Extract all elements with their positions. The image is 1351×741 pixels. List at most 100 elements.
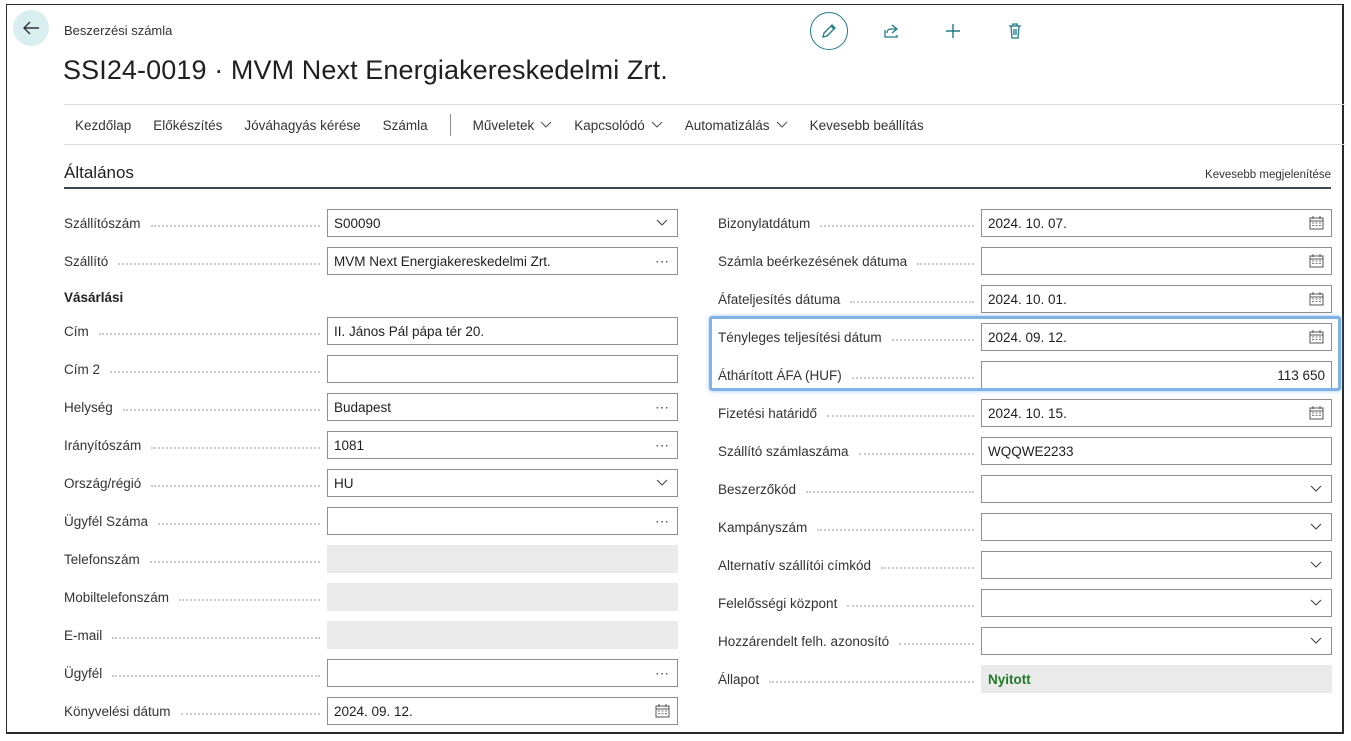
field-row: Mobiltelefonszám: [64, 583, 678, 611]
arrow-left-icon: [23, 21, 39, 35]
calendar-icon[interactable]: [1307, 328, 1325, 346]
email-field: [327, 621, 678, 649]
ellipsis-icon[interactable]: ⋯: [653, 252, 671, 270]
trash-icon: [1009, 23, 1021, 39]
field-label: Ügyfél: [64, 666, 320, 681]
action-request-approval[interactable]: Jóváhagyás kérése: [233, 118, 371, 133]
customer-number-field[interactable]: ⋯: [327, 507, 678, 535]
address-2-field[interactable]: [327, 355, 678, 383]
action-fewer-options[interactable]: Kevesebb beállítás: [799, 118, 935, 133]
mobile-phone-field: [327, 583, 678, 611]
field-label: Kampányszám: [718, 520, 974, 535]
vat-date-field[interactable]: 2024. 10. 01.: [981, 285, 1332, 313]
calendar-icon[interactable]: [1307, 252, 1325, 270]
chevron-down-icon[interactable]: [1307, 480, 1325, 498]
field-label: Cím: [64, 324, 320, 339]
city-field[interactable]: Budapest ⋯: [327, 393, 678, 421]
chevron-down-icon[interactable]: [653, 214, 671, 232]
field-label: Alternatív szállítói címkód: [718, 558, 974, 573]
invoice-received-date-field[interactable]: [981, 247, 1332, 275]
field-row: Tényleges teljesítési dátum 2024. 09. 12…: [718, 323, 1332, 351]
status-badge: Nyitott: [988, 671, 1031, 687]
field-row: Helység Budapest ⋯: [64, 393, 678, 421]
vendor-invoice-no-field[interactable]: WQQWE2233: [981, 437, 1332, 465]
share-icon: [884, 24, 899, 38]
new-button[interactable]: [934, 12, 972, 50]
posting-date-field[interactable]: 2024. 09. 12.: [327, 697, 678, 725]
ellipsis-icon[interactable]: ⋯: [653, 398, 671, 416]
chevron-down-icon: [540, 121, 552, 128]
field-row: Cím II. János Pál pápa tér 20.: [64, 317, 678, 345]
field-row: Könyvelési dátum 2024. 09. 12.: [64, 697, 678, 725]
field-label: Szállítószám: [64, 216, 320, 231]
calendar-icon[interactable]: [1307, 290, 1325, 308]
edit-button[interactable]: [810, 12, 848, 50]
share-button[interactable]: [872, 12, 910, 50]
document-date-field[interactable]: 2024. 10. 07.: [981, 209, 1332, 237]
purchaser-code-field[interactable]: [981, 475, 1332, 503]
chevron-down-icon[interactable]: [1307, 556, 1325, 574]
chevron-down-icon: [776, 121, 787, 128]
field-row: Áfateljesítés dátuma 2024. 10. 01.: [718, 285, 1332, 313]
action-invoice[interactable]: Számla: [372, 118, 439, 133]
chevron-down-icon[interactable]: [653, 474, 671, 492]
field-label: Áfateljesítés dátuma: [718, 292, 974, 307]
field-label: Cím 2: [64, 362, 320, 377]
field-label: Könyvelési dátum: [64, 704, 320, 719]
field-label: Szállító számlaszáma: [718, 444, 974, 459]
action-related-menu[interactable]: Kapcsolódó: [563, 118, 674, 133]
field-row: Hozzárendelt felh. azonosító: [718, 627, 1332, 655]
action-prepare[interactable]: Előkészítés: [142, 118, 233, 133]
field-row: Számla beérkezésének dátuma: [718, 247, 1332, 275]
calendar-icon[interactable]: [1307, 404, 1325, 422]
chevron-down-icon: [651, 121, 663, 128]
field-value: Budapest: [334, 399, 392, 415]
ellipsis-icon[interactable]: ⋯: [653, 512, 671, 530]
chevron-down-icon[interactable]: [1307, 518, 1325, 536]
vendor-no-field[interactable]: S00090: [327, 209, 678, 237]
order-address-code-field[interactable]: [981, 551, 1332, 579]
field-value: WQQWE2233: [988, 443, 1074, 459]
passed-on-vat-field[interactable]: 113 650: [981, 361, 1332, 389]
field-row: Fizetési határidő 2024. 10. 15.: [718, 399, 1332, 427]
calendar-icon[interactable]: [1307, 214, 1325, 232]
actual-performance-date-field[interactable]: 2024. 09. 12.: [981, 323, 1332, 351]
field-row: Szállítószám S00090: [64, 209, 678, 237]
field-label: E-mail: [64, 628, 320, 643]
vendor-field[interactable]: MVM Next Energiakereskedelmi Zrt. ⋯: [327, 247, 678, 275]
field-row: Ország/régió HU: [64, 469, 678, 497]
field-label: Telefonszám: [64, 552, 320, 567]
action-home[interactable]: Kezdőlap: [64, 118, 142, 133]
chevron-down-icon[interactable]: [1307, 632, 1325, 650]
field-value: 2024. 09. 12.: [988, 329, 1067, 345]
assigned-user-id-field[interactable]: [981, 627, 1332, 655]
plus-icon: [946, 24, 960, 38]
field-value: 113 650: [1277, 367, 1325, 383]
country-region-field[interactable]: HU: [327, 469, 678, 497]
due-date-field[interactable]: 2024. 10. 15.: [981, 399, 1332, 427]
action-actions-menu[interactable]: Műveletek: [462, 118, 564, 133]
field-label: Számla beérkezésének dátuma: [718, 254, 974, 269]
action-automate-menu[interactable]: Automatizálás: [674, 118, 799, 133]
campaign-no-field[interactable]: [981, 513, 1332, 541]
post-code-field[interactable]: 1081 ⋯: [327, 431, 678, 459]
responsibility-center-field[interactable]: [981, 589, 1332, 617]
show-less-link[interactable]: Kevesebb megjelenítése: [1205, 169, 1331, 181]
calendar-icon[interactable]: [653, 702, 671, 720]
field-row: Bizonylatdátum 2024. 10. 07.: [718, 209, 1332, 237]
ellipsis-icon[interactable]: ⋯: [653, 436, 671, 454]
field-row: Beszerzőkód: [718, 475, 1332, 503]
field-row: Állapot Nyitott: [718, 665, 1332, 693]
delete-button[interactable]: [996, 12, 1034, 50]
action-separator: [449, 114, 451, 136]
customer-field[interactable]: ⋯: [327, 659, 678, 687]
status-field: Nyitott: [981, 665, 1332, 693]
ellipsis-icon[interactable]: ⋯: [653, 664, 671, 682]
address-field[interactable]: II. János Pál pápa tér 20.: [327, 317, 678, 345]
field-label: Ügyfél Száma: [64, 514, 320, 529]
field-row: Kampányszám: [718, 513, 1332, 541]
field-row: Szállító számlaszáma WQQWE2233: [718, 437, 1332, 465]
back-button[interactable]: [13, 10, 49, 46]
action-label: Kezdőlap: [75, 117, 132, 133]
chevron-down-icon[interactable]: [1307, 594, 1325, 612]
